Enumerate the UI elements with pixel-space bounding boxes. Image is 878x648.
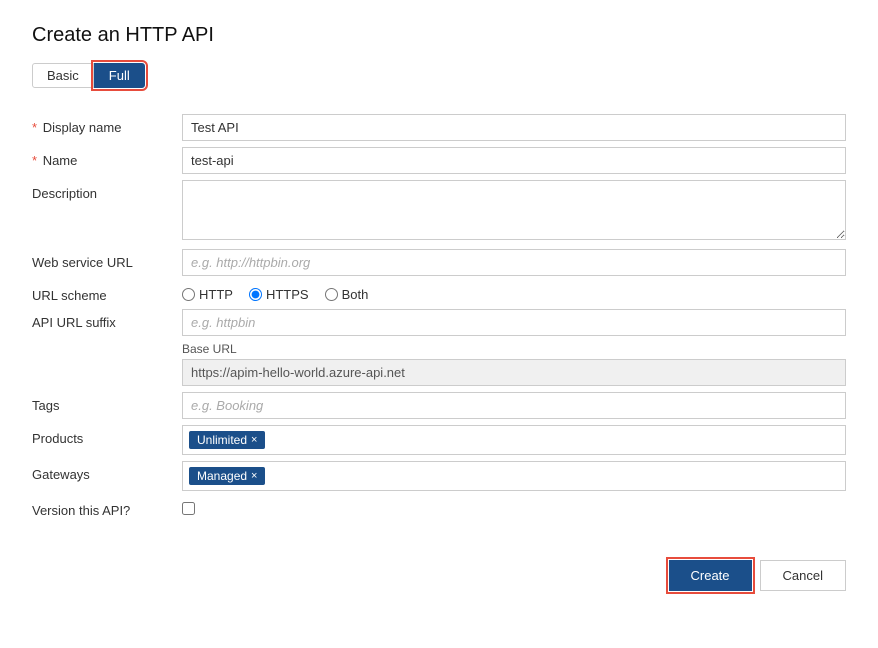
display-name-row: * Display name Test API (32, 114, 846, 141)
create-button[interactable]: Create (669, 560, 752, 591)
description-textarea[interactable] (182, 180, 846, 240)
products-chip-unlimited-remove[interactable]: × (251, 435, 257, 446)
gateways-row: Gateways Managed × (32, 461, 846, 491)
name-row: * Name test-api (32, 147, 846, 174)
version-checkbox[interactable] (182, 502, 195, 515)
radio-http-text: HTTP (199, 287, 233, 302)
gateways-chip-managed: Managed × (189, 467, 265, 485)
display-name-input[interactable]: Test API (182, 114, 846, 141)
api-url-suffix-row: API URL suffix (32, 309, 846, 336)
version-checkbox-row (182, 497, 846, 515)
web-service-url-input[interactable] (182, 249, 846, 276)
create-api-form: * Display name Test API * Name test-api … (32, 108, 846, 524)
web-service-url-label: Web service URL (32, 255, 133, 270)
products-row: Products Unlimited × (32, 425, 846, 455)
base-url-label: Base URL (182, 342, 846, 356)
url-scheme-label: URL scheme (32, 288, 107, 303)
radio-https[interactable] (249, 288, 262, 301)
cancel-button[interactable]: Cancel (760, 560, 846, 591)
base-url-value: https://apim-hello-world.azure-api.net (182, 359, 846, 386)
required-star-display: * (32, 120, 37, 135)
description-label: Description (32, 186, 97, 201)
products-chip-unlimited: Unlimited × (189, 431, 265, 449)
gateways-chip-managed-remove[interactable]: × (251, 471, 257, 482)
radio-both[interactable] (325, 288, 338, 301)
footer-buttons: Create Cancel (32, 548, 846, 591)
radio-both-label[interactable]: Both (325, 287, 369, 302)
page-title: Create an HTTP API (32, 24, 846, 47)
description-row: Description (32, 180, 846, 243)
radio-https-label[interactable]: HTTPS (249, 287, 309, 302)
web-service-url-row: Web service URL (32, 249, 846, 276)
radio-https-text: HTTPS (266, 287, 309, 302)
version-label: Version this API? (32, 503, 130, 518)
gateways-label: Gateways (32, 467, 90, 482)
radio-both-text: Both (342, 287, 369, 302)
products-chip-unlimited-text: Unlimited (197, 433, 247, 447)
base-url-row: Base URL https://apim-hello-world.azure-… (32, 342, 846, 386)
required-star-name: * (32, 153, 37, 168)
gateways-chip-managed-text: Managed (197, 469, 247, 483)
tags-input[interactable] (182, 392, 846, 419)
name-input[interactable]: test-api (182, 147, 846, 174)
version-row: Version this API? (32, 497, 846, 518)
tab-bar: Basic Full (32, 63, 846, 88)
url-scheme-row: URL scheme HTTP HTTPS Both (32, 282, 846, 303)
api-url-suffix-input[interactable] (182, 309, 846, 336)
tab-full[interactable]: Full (94, 63, 145, 88)
products-input[interactable]: Unlimited × (182, 425, 846, 455)
url-scheme-radio-group: HTTP HTTPS Both (182, 282, 846, 302)
gateways-input[interactable]: Managed × (182, 461, 846, 491)
tab-basic[interactable]: Basic (32, 63, 94, 88)
display-name-label: Display name (43, 120, 122, 135)
radio-http[interactable] (182, 288, 195, 301)
api-url-suffix-label: API URL suffix (32, 315, 116, 330)
radio-http-label[interactable]: HTTP (182, 287, 233, 302)
tags-row: Tags (32, 392, 846, 419)
tags-label: Tags (32, 398, 59, 413)
name-label: Name (43, 153, 78, 168)
products-label: Products (32, 431, 83, 446)
